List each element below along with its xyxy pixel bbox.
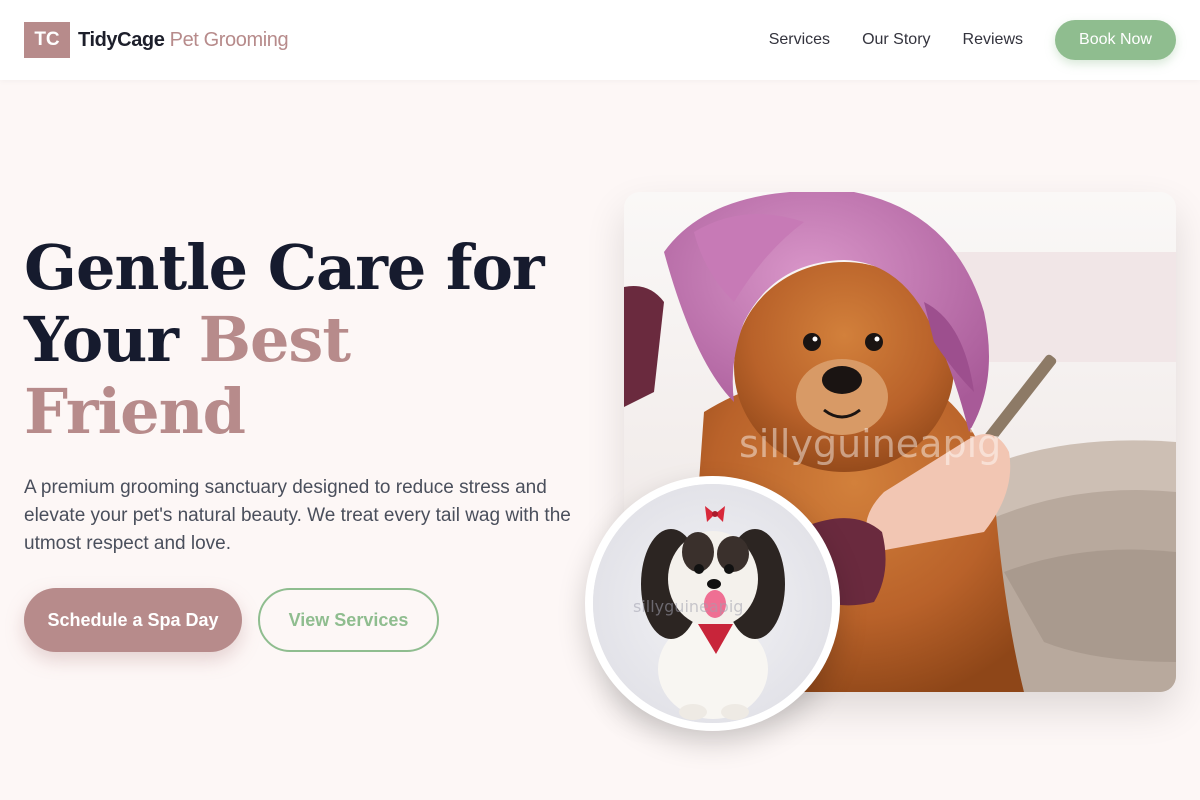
site-header: TC TidyCage Pet Grooming Services Our St… — [0, 0, 1200, 80]
inset-image-watermark: sillyguineapig — [633, 597, 743, 616]
hero-title-line1: Gentle Care for — [24, 231, 545, 304]
schedule-spa-day-button[interactable]: Schedule a Spa Day — [24, 588, 242, 652]
book-now-button[interactable]: Book Now — [1055, 20, 1176, 60]
main-image-watermark: sillyguineapig — [739, 422, 1001, 466]
shih-tzu-photo: sillyguineapig — [593, 484, 832, 723]
view-services-button[interactable]: View Services — [258, 588, 439, 652]
hero-description: A premium grooming sanctuary designed to… — [24, 477, 571, 554]
hero-title: Gentle Care for Your Best Friend — [24, 232, 584, 448]
brand-name-primary: TidyCage — [78, 28, 165, 51]
logo[interactable]: TC TidyCage Pet Grooming — [24, 22, 289, 58]
main-nav: Services Our Story Reviews Book Now — [769, 20, 1176, 60]
brand-name-secondary: Pet Grooming — [169, 28, 289, 51]
logo-mark: TC — [24, 22, 70, 58]
hero-inset-image: sillyguineapig — [585, 476, 840, 731]
nav-link-services[interactable]: Services — [769, 31, 830, 49]
nav-link-our-story[interactable]: Our Story — [862, 31, 930, 49]
brand-name: TidyCage Pet Grooming — [78, 28, 289, 52]
nav-link-reviews[interactable]: Reviews — [963, 31, 1023, 49]
hero-title-line2: Your — [24, 303, 199, 376]
